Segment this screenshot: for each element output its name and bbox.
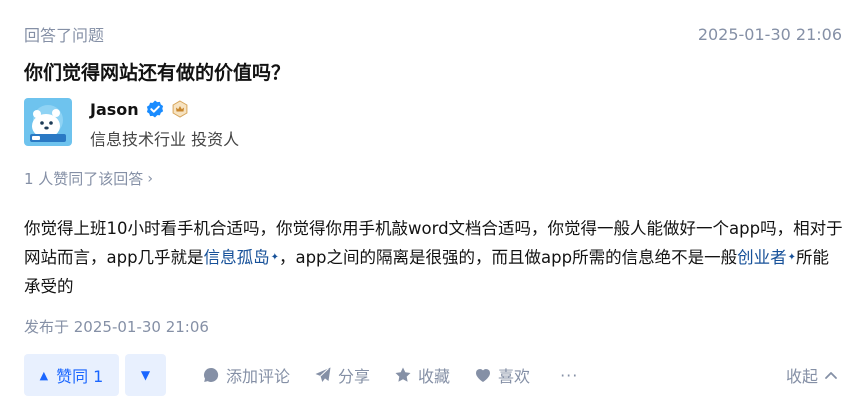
- share-label: 分享: [338, 367, 371, 386]
- triangle-down-icon: ▼: [140, 368, 151, 382]
- keyword-link-entrepreneur[interactable]: 创业者✦: [737, 248, 796, 267]
- crown-badge-icon: [171, 100, 189, 118]
- answer-content: 你觉得上班10小时看手机合适吗，你觉得你用手机敲word文档合适吗，你觉得一般人…: [24, 214, 844, 301]
- verified-check-icon: [145, 99, 165, 119]
- timestamp: 2025-01-30 21:06: [697, 24, 842, 44]
- favorite-label: 收藏: [418, 367, 451, 386]
- share-button[interactable]: 分享: [314, 363, 370, 387]
- voters-summary-text: 1 人赞同了该回答: [24, 170, 144, 188]
- like-button[interactable]: 喜欢: [474, 363, 530, 387]
- comment-label: 添加评论: [226, 367, 291, 386]
- sparkle-icon: ✦: [787, 252, 796, 263]
- polar-bear-avatar-icon: [24, 98, 72, 146]
- author-block: Jason 信息技术行业 投资人: [24, 98, 239, 150]
- author-name[interactable]: Jason: [90, 100, 139, 119]
- keyword-link-info-island[interactable]: 信息孤岛✦: [204, 248, 279, 267]
- upvote-label: 赞同 1: [56, 367, 104, 386]
- avatar[interactable]: [24, 98, 72, 146]
- content-text-2: ，app之间的隔离是很强的，而且做app所需的信息绝不是一般: [278, 248, 738, 267]
- sparkle-icon: ✦: [270, 252, 279, 263]
- comment-icon: [204, 367, 219, 382]
- heart-icon: [476, 369, 491, 382]
- question-title[interactable]: 你们觉得网站还有做的价值吗？: [24, 58, 290, 85]
- published-time[interactable]: 发布于 2025-01-30 21:06: [24, 316, 209, 337]
- chevron-right-icon: ›: [147, 170, 153, 187]
- star-icon: [395, 367, 411, 382]
- like-label: 喜欢: [498, 367, 531, 386]
- card-header: 回答了问题 2025-01-30 21:06: [24, 22, 842, 46]
- collapse-button[interactable]: 收起: [786, 363, 838, 387]
- more-button[interactable]: ···: [560, 366, 578, 385]
- upvote-button[interactable]: ▲ 赞同 1: [24, 354, 119, 396]
- author-headline: 信息技术行业 投资人: [90, 130, 240, 149]
- favorite-button[interactable]: 收藏: [394, 363, 450, 387]
- comment-button[interactable]: 添加评论: [202, 363, 290, 387]
- activity-label: 回答了问题: [24, 26, 105, 45]
- paper-plane-icon: [315, 367, 331, 382]
- downvote-button[interactable]: ▼: [125, 354, 166, 396]
- collapse-label: 收起: [785, 367, 818, 386]
- voters-summary-link[interactable]: 1 人赞同了该回答 ›: [24, 168, 153, 189]
- action-bar: ▲ 赞同 1 ▼ 添加评论 分享 收藏 喜欢 ··· 收起: [24, 354, 842, 396]
- chevron-up-icon: [825, 372, 837, 379]
- triangle-up-icon: ▲: [39, 368, 49, 382]
